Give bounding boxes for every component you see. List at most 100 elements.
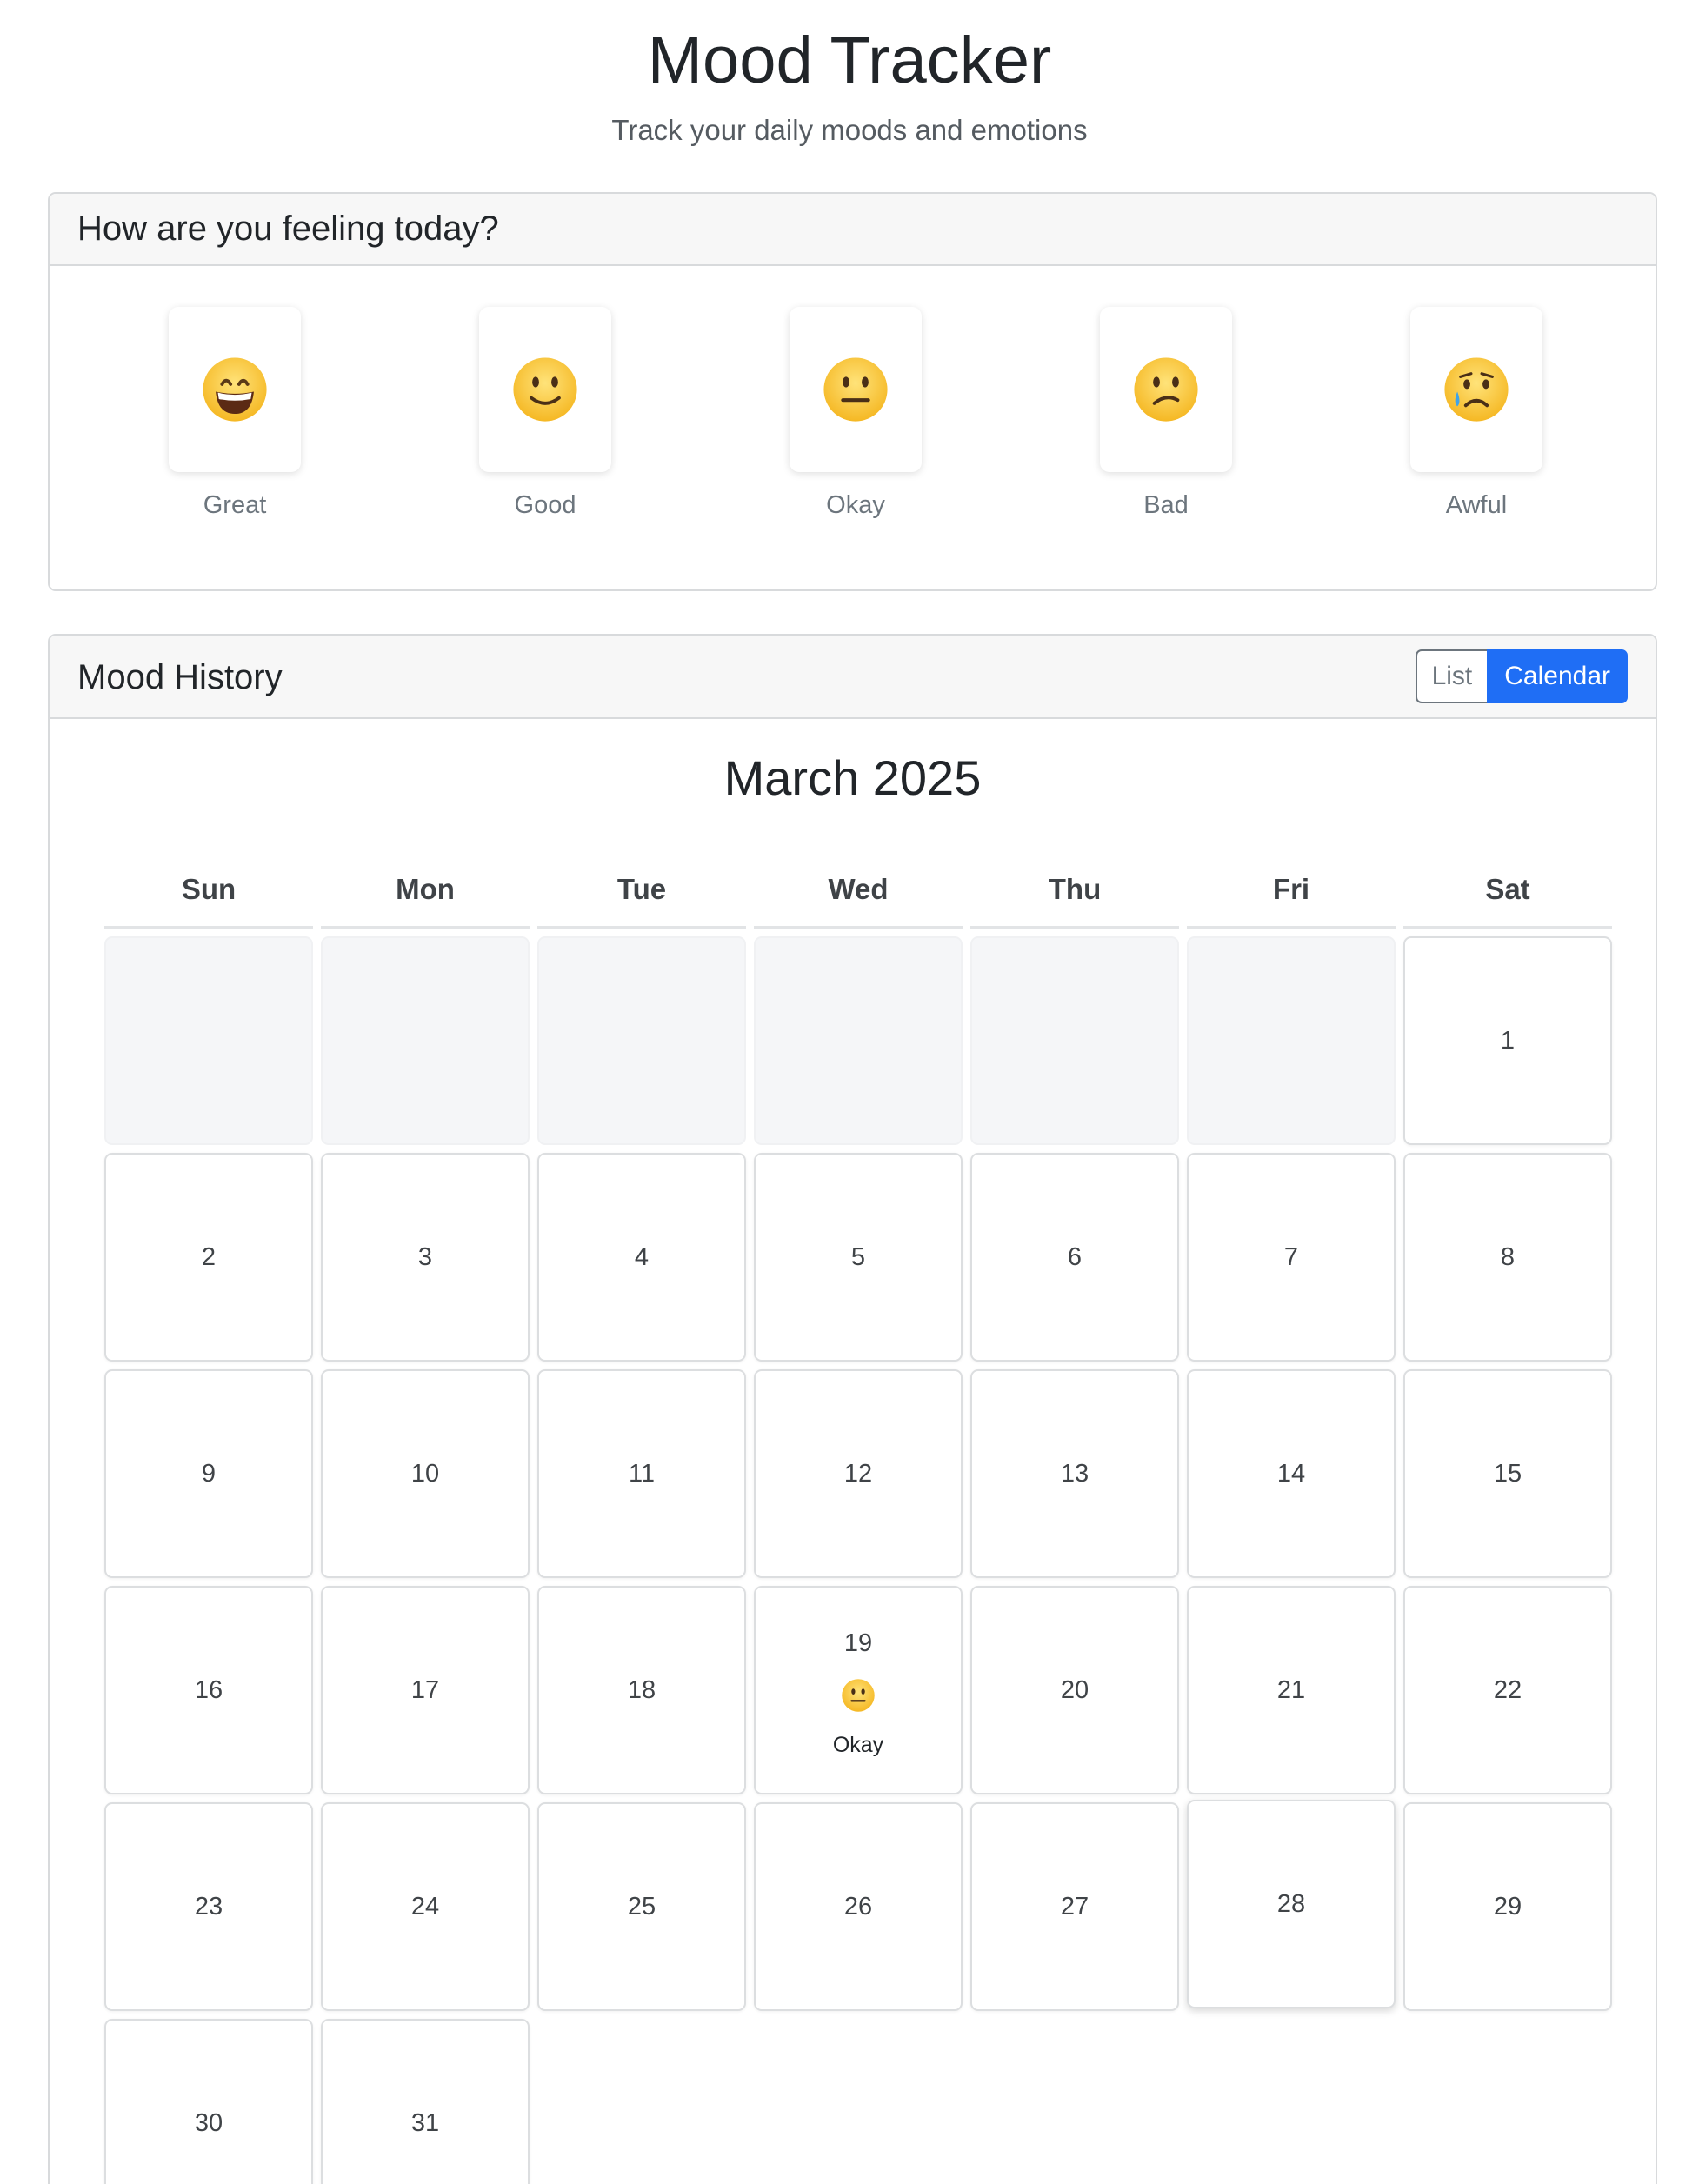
day-number: 17	[410, 1676, 440, 1704]
calendar-day-26[interactable]: 26	[754, 1802, 963, 2011]
calendar-day-24[interactable]: 24	[321, 1802, 530, 2011]
day-number: 20	[1060, 1676, 1089, 1704]
day-number: 4	[634, 1243, 650, 1271]
list-view-button[interactable]: List	[1415, 649, 1488, 703]
day-number: 31	[410, 2109, 440, 2137]
day-mood-label: Okay	[832, 1733, 884, 1757]
mood-option-bad[interactable]: Bad	[1099, 307, 1233, 523]
day-number: 1	[1500, 1027, 1516, 1055]
day-number: 28	[1276, 1890, 1306, 1918]
calendar-day-31[interactable]: 31	[321, 2019, 530, 2184]
calendar-month-title: March 2025	[723, 750, 982, 805]
mood-history-card: Mood History List Calendar March 2025 Su…	[48, 634, 1657, 2184]
calendar-day-12[interactable]: 12	[754, 1369, 963, 1578]
mood-label-good: Good	[514, 491, 576, 519]
day-number: 8	[1500, 1243, 1516, 1271]
calendar-day-16[interactable]: 16	[104, 1586, 313, 1794]
calendar-day-8[interactable]: 8	[1403, 1153, 1612, 1362]
mood-label-awful: Awful	[1445, 491, 1508, 519]
day-number: 12	[843, 1460, 873, 1488]
weekday-sat: Sat	[1403, 869, 1612, 929]
calendar-day-5[interactable]: 5	[754, 1153, 963, 1362]
feeling-card-header: How are you feeling today?	[50, 194, 1656, 266]
neutral-face-icon	[756, 1678, 961, 1713]
day-number: 27	[1060, 1893, 1089, 1921]
calendar-empty-cell	[104, 936, 313, 1145]
mood-label-okay: Okay	[826, 491, 885, 519]
day-number: 10	[410, 1460, 440, 1488]
mood-button-bad[interactable]	[1100, 307, 1232, 472]
calendar-day-7[interactable]: 7	[1187, 1153, 1396, 1362]
feeling-card: How are you feeling today? Great Good Ok…	[48, 192, 1657, 591]
mood-button-awful[interactable]	[1410, 307, 1542, 472]
slightly-smiling-face-icon	[511, 356, 579, 423]
mood-label-great: Great	[203, 491, 267, 519]
calendar-day-29[interactable]: 29	[1403, 1802, 1612, 2011]
day-number: 22	[1493, 1676, 1522, 1704]
mood-option-great[interactable]: Great	[168, 307, 302, 523]
weekday-wed: Wed	[754, 869, 963, 929]
day-number: 23	[194, 1893, 223, 1921]
calendar-empty-cell	[1187, 936, 1396, 1145]
calendar-day-17[interactable]: 17	[321, 1586, 530, 1794]
day-number: 6	[1067, 1243, 1083, 1271]
mood-button-good[interactable]	[479, 307, 611, 472]
day-number: 7	[1283, 1243, 1299, 1271]
weekday-thu: Thu	[970, 869, 1179, 929]
calendar-day-15[interactable]: 15	[1403, 1369, 1612, 1578]
mood-option-awful[interactable]: Awful	[1409, 307, 1543, 523]
day-number: 18	[627, 1676, 656, 1704]
calendar-day-22[interactable]: 22	[1403, 1586, 1612, 1794]
mood-button-okay[interactable]	[790, 307, 922, 472]
mood-option-okay[interactable]: Okay	[789, 307, 923, 523]
day-number: 3	[417, 1243, 433, 1271]
day-number: 9	[201, 1460, 217, 1488]
day-number: 15	[1493, 1460, 1522, 1488]
day-number: 14	[1276, 1460, 1306, 1488]
feeling-card-title: How are you feeling today?	[77, 210, 499, 248]
calendar-empty-cell	[970, 936, 1179, 1145]
day-number: 16	[194, 1676, 223, 1704]
day-number: 25	[627, 1893, 656, 1921]
calendar-day-10[interactable]: 10	[321, 1369, 530, 1578]
calendar-day-21[interactable]: 21	[1187, 1586, 1396, 1794]
day-number: 24	[410, 1893, 440, 1921]
view-toggle: List Calendar	[1415, 649, 1628, 703]
mood-option-good[interactable]: Good	[478, 307, 612, 523]
calendar-day-13[interactable]: 13	[970, 1369, 1179, 1578]
day-number: 30	[194, 2109, 223, 2137]
calendar-day-27[interactable]: 27	[970, 1802, 1179, 2011]
day-number: 29	[1493, 1893, 1522, 1921]
calendar-day-30[interactable]: 30	[104, 2019, 313, 2184]
calendar-day-1[interactable]: 1	[1403, 936, 1612, 1145]
calendar-day-2[interactable]: 2	[104, 1153, 313, 1362]
calendar-day-23[interactable]: 23	[104, 1802, 313, 2011]
calendar-day-6[interactable]: 6	[970, 1153, 1179, 1362]
calendar-view-button[interactable]: Calendar	[1487, 649, 1628, 703]
day-number: 11	[628, 1460, 656, 1488]
calendar-day-11[interactable]: 11	[537, 1369, 746, 1578]
mood-history-title: Mood History	[77, 658, 283, 696]
page-subtitle: Track your daily moods and emotions	[611, 114, 1088, 146]
calendar-day-25[interactable]: 25	[537, 1802, 746, 2011]
grinning-face-icon	[201, 356, 269, 423]
calendar-day-19[interactable]: 19 Okay	[754, 1586, 963, 1794]
calendar-empty-cell	[537, 936, 746, 1145]
calendar-day-18[interactable]: 18	[537, 1586, 746, 1794]
calendar-empty-cell	[754, 936, 963, 1145]
calendar-day-28[interactable]: 28	[1187, 1800, 1396, 2008]
mood-label-bad: Bad	[1143, 491, 1189, 519]
calendar-day-20[interactable]: 20	[970, 1586, 1179, 1794]
calendar-day-9[interactable]: 9	[104, 1369, 313, 1578]
calendar-day-4[interactable]: 4	[537, 1153, 746, 1362]
weekday-sun: Sun	[104, 869, 313, 929]
weekday-tue: Tue	[537, 869, 746, 929]
calendar-day-3[interactable]: 3	[321, 1153, 530, 1362]
calendar-day-14[interactable]: 14	[1187, 1369, 1396, 1578]
weekday-fri: Fri	[1187, 869, 1396, 929]
mood-button-great[interactable]	[169, 307, 301, 472]
neutral-face-icon	[822, 356, 889, 423]
day-number: 21	[1276, 1676, 1306, 1704]
calendar-empty-cell	[321, 936, 530, 1145]
day-number: 19	[843, 1629, 873, 1657]
